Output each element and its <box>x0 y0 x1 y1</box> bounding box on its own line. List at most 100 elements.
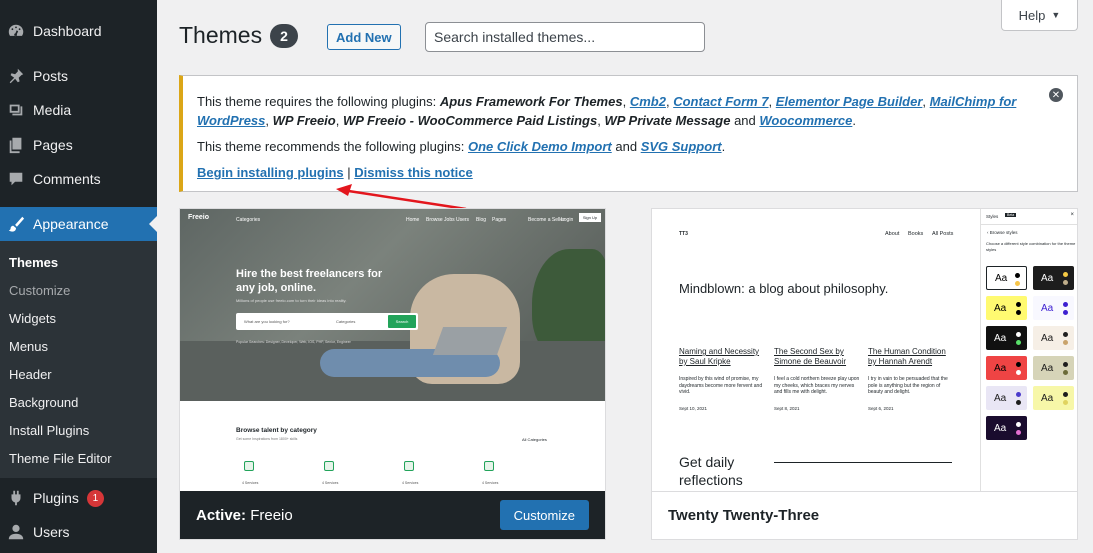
sidebar-item-label: Pages <box>33 137 73 153</box>
sidebar-item-comments[interactable]: Comments <box>0 162 157 196</box>
color-dot <box>1015 273 1020 278</box>
plugin-link[interactable]: Elementor Page Builder <box>776 94 923 109</box>
notice-text: This theme requires the following plugin… <box>197 94 437 109</box>
theme-card-footer: Twenty Twenty-Three <box>652 491 1077 539</box>
media-icon <box>6 100 26 120</box>
category-icon <box>324 461 334 471</box>
plugin-link[interactable]: SVG Support <box>641 139 722 154</box>
swatch-dots <box>1016 392 1021 405</box>
theme-count-badge: 2 <box>270 24 298 48</box>
preview-nav-item: Books <box>908 231 924 237</box>
theme-card-twenty-twenty-three[interactable]: TT3 About Books All Posts Mindblown: a b… <box>651 208 1078 540</box>
submenu-customize[interactable]: Customize <box>9 283 70 298</box>
preview-nav-item: All Posts <box>932 231 954 237</box>
search-input[interactable] <box>425 22 705 52</box>
sidebar-item-posts[interactable]: Posts <box>0 59 157 93</box>
submenu-install-plugins[interactable]: Install Plugins <box>9 423 89 438</box>
color-dot <box>1016 332 1021 337</box>
sidebar-item-plugins[interactable]: Plugins 1 <box>0 481 157 515</box>
brush-icon <box>6 214 26 234</box>
color-dot <box>1063 302 1068 307</box>
swatch-dots <box>1016 332 1021 345</box>
swatch-dots <box>1063 272 1068 285</box>
required-plugins-text: This theme requires the following plugin… <box>197 94 1017 128</box>
user-icon <box>6 522 26 542</box>
sidebar-item-media[interactable]: Media <box>0 93 157 127</box>
plugin-link[interactable]: Contact Form 7 <box>673 94 768 109</box>
preview-search: What are you looking for? Categories Sea… <box>236 313 418 330</box>
preview-daily-heading: Get daily reflections <box>679 454 743 488</box>
submenu-theme-file-editor[interactable]: Theme File Editor <box>9 451 112 466</box>
close-icon[interactable]: ✕ <box>1049 88 1063 102</box>
color-dot <box>1063 310 1068 315</box>
swatch-dots <box>1063 332 1068 345</box>
color-dot <box>1016 392 1021 397</box>
hero-image: Freeio Categories Home Browse Jobs Users… <box>180 209 605 401</box>
submenu-header[interactable]: Header <box>9 367 52 382</box>
dismiss-notice-link[interactable]: Dismiss this notice <box>354 165 472 180</box>
color-dot <box>1063 362 1068 367</box>
recommended-plugins-text: This theme recommends the following plug… <box>197 139 726 154</box>
style-swatch: Aa <box>1033 266 1074 290</box>
preview-search-category: Categories <box>336 319 356 324</box>
notice-actions: Begin installing plugins | Dismiss this … <box>197 163 473 182</box>
divider <box>981 224 1077 225</box>
preview-browse-title: Browse talent by category <box>236 427 317 434</box>
page-title: Themes <box>179 22 263 48</box>
swatch-label: Aa <box>1041 392 1054 404</box>
plugin-link[interactable]: Woocommerce <box>759 113 852 128</box>
submenu-menus[interactable]: Menus <box>9 339 48 354</box>
sidebar-item-appearance[interactable]: Appearance <box>0 207 157 241</box>
notice-text: and <box>734 113 756 128</box>
color-dot <box>1016 370 1021 375</box>
pin-icon <box>6 66 26 86</box>
submenu-background[interactable]: Background <box>9 395 78 410</box>
preview-styles-panel: Styles Beta × ‹ Browse styles Choose a d… <box>980 209 1077 492</box>
preview-search-placeholder: What are you looking for? <box>244 319 290 324</box>
plug-icon <box>6 488 26 508</box>
style-swatch: Aa <box>986 416 1027 440</box>
style-swatch: Aa <box>1033 356 1074 380</box>
preview-nav-item: Home <box>406 217 420 223</box>
color-dot <box>1016 340 1021 345</box>
admin-sidebar: Dashboard Posts Media Pages Comments App… <box>0 0 157 553</box>
preview-nav-item: Pages <box>492 217 507 223</box>
add-new-button[interactable]: Add New <box>327 24 401 50</box>
style-swatch: Aa <box>1033 326 1074 350</box>
submenu-themes[interactable]: Themes <box>9 255 58 270</box>
sidebar-item-dashboard[interactable]: Dashboard <box>0 14 157 48</box>
category-icon <box>244 461 254 471</box>
swatch-label: Aa <box>994 362 1007 374</box>
swatch-dots <box>1016 422 1021 435</box>
sidebar-item-label: Dashboard <box>33 23 102 39</box>
panel-hint: Choose a different style combination for… <box>986 241 1076 252</box>
preview-become-seller: Become a Seller <box>528 217 565 223</box>
theme-card-freeio[interactable]: Freeio Categories Home Browse Jobs Users… <box>179 208 606 540</box>
help-button[interactable]: Help ▼ <box>1001 0 1078 31</box>
swatch-label: Aa <box>1041 332 1054 344</box>
plugin-link[interactable]: One Click Demo Import <box>468 139 612 154</box>
style-swatch: Aa <box>1033 386 1074 410</box>
caret-down-icon: ▼ <box>1051 10 1061 20</box>
style-swatch: Aa <box>986 266 1027 290</box>
style-swatch: Aa <box>986 386 1027 410</box>
plugin-name: WP Freeio - WooCommerce Paid Listings <box>342 113 598 128</box>
preview-nav-item: Browse Jobs <box>426 217 455 223</box>
preview-all-categories: All Categories <box>522 437 547 442</box>
swatch-label: Aa <box>1041 302 1054 314</box>
sidebar-item-label: Posts <box>33 68 69 84</box>
theme-name: Freeio <box>250 506 293 524</box>
divider <box>774 462 952 463</box>
plugin-name: WP Freeio <box>272 113 336 128</box>
preview-nav-item: Users <box>456 217 470 223</box>
begin-installing-link[interactable]: Begin installing plugins <box>197 165 344 180</box>
pages-icon <box>6 135 26 155</box>
sidebar-item-users[interactable]: Users <box>0 515 157 549</box>
submenu-widgets[interactable]: Widgets <box>9 311 56 326</box>
theme-name: Twenty Twenty-Three <box>668 507 820 524</box>
customize-button[interactable]: Customize <box>499 500 589 530</box>
sidebar-item-pages[interactable]: Pages <box>0 128 157 162</box>
swatch-dots <box>1015 273 1020 286</box>
active-indicator <box>149 216 157 232</box>
plugin-link[interactable]: Cmb2 <box>630 94 666 109</box>
